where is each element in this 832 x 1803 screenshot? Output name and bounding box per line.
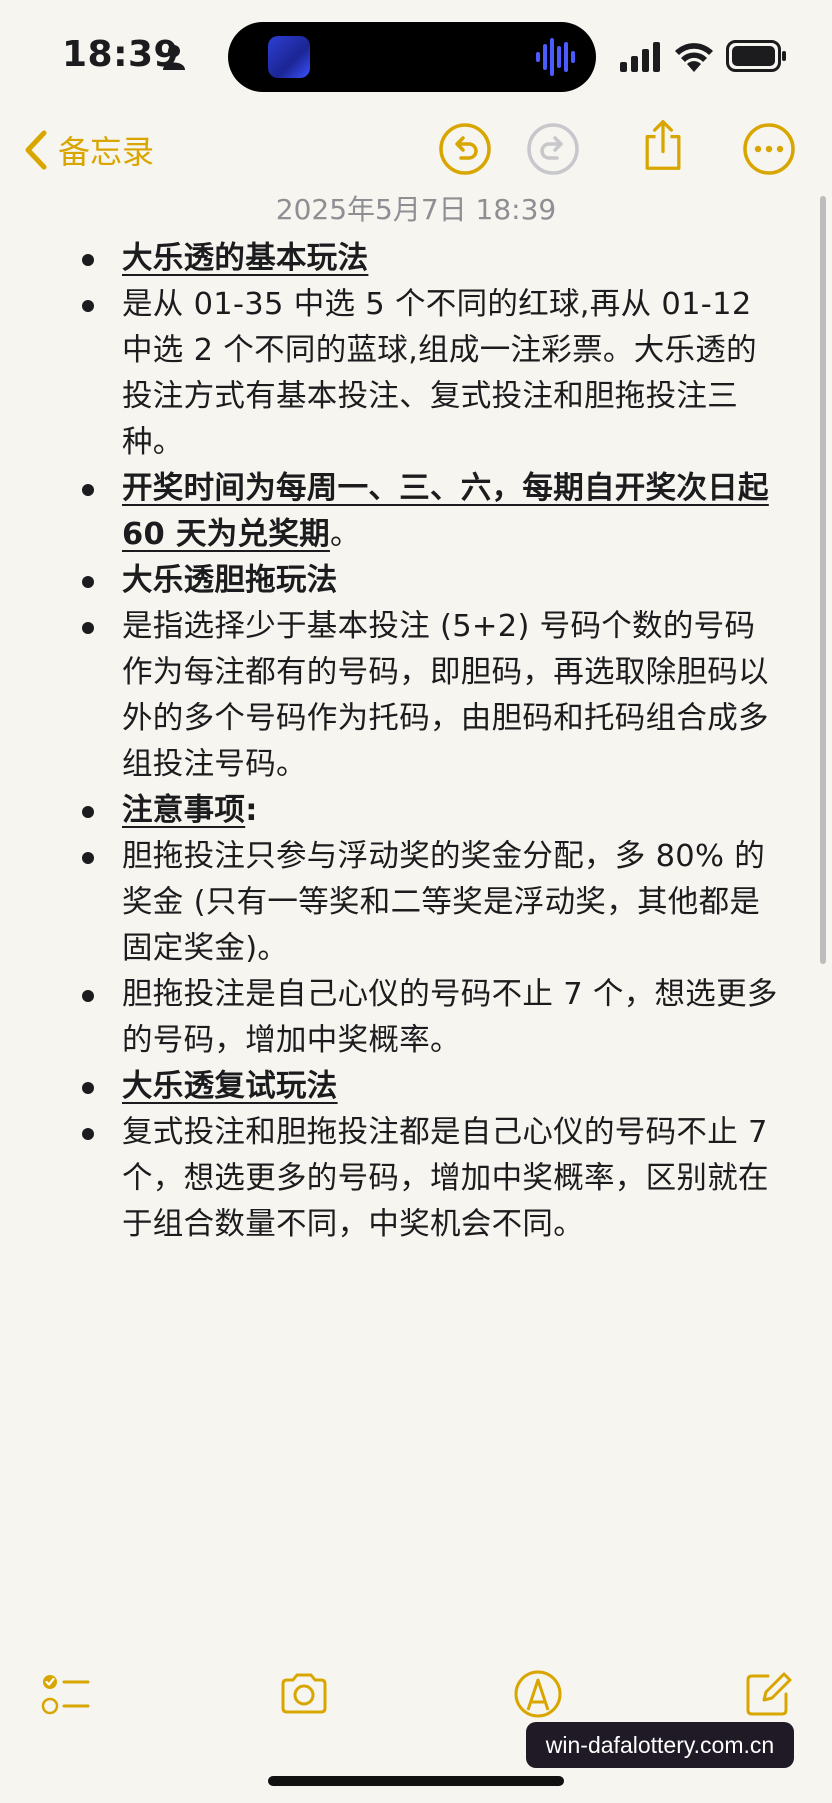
note-text: 胆拖投注只参与浮动奖的奖金分配，多 80% 的奖金 (只有一等奖和二等奖是浮动奖… [122, 839, 766, 966]
more-icon[interactable] [742, 122, 796, 176]
undo-icon[interactable] [438, 122, 492, 176]
markup-icon[interactable] [512, 1668, 564, 1720]
note-heading: 大乐透的基本玩法 [122, 241, 369, 276]
list-item[interactable]: 胆拖投注只参与浮动奖的奖金分配，多 80% 的奖金 (只有一等奖和二等奖是浮动奖… [80, 834, 780, 972]
note-heading: 开奖时间为每周一、三、六，每期自开奖次日起 60 天为兑奖期 [122, 471, 769, 552]
list-item[interactable]: 注意事项: [80, 788, 780, 834]
note-punctuation: : [245, 793, 258, 828]
now-playing-artwork [268, 36, 310, 78]
note-body[interactable]: 大乐透的基本玩法 是从 01-35 中选 5 个不同的红球,再从 01-12 中… [80, 236, 780, 1248]
cellular-signal-icon [620, 42, 660, 72]
note-date: 2025年5月7日 18:39 [275, 193, 557, 226]
share-icon[interactable] [636, 118, 690, 172]
note-heading: 注意事项 [122, 793, 246, 828]
home-indicator[interactable] [268, 1776, 564, 1786]
watermark: win-dafalottery.com.cn [526, 1722, 794, 1768]
status-bar: 18:39 [0, 0, 832, 110]
person-icon [163, 45, 185, 70]
note-text: 胆拖投注是自己心仪的号码不止 7 个，想选更多的号码，增加中奖概率。 [122, 977, 778, 1058]
note-text: 复式投注和胆拖投注都是自己心仪的号码不止 7 个，想选更多的号码，增加中奖概率，… [122, 1115, 769, 1242]
redo-icon[interactable] [526, 122, 580, 176]
list-item[interactable]: 胆拖投注是自己心仪的号码不止 7 个，想选更多的号码，增加中奖概率。 [80, 972, 780, 1064]
wifi-icon [675, 43, 713, 72]
note-heading: 大乐透复试玩法 [122, 1069, 338, 1104]
list-item[interactable]: 大乐透复试玩法 [80, 1064, 780, 1110]
list-item[interactable]: 是指选择少于基本投注 (5+2) 号码个数的号码作为每注都有的号码，即胆码，再选… [80, 604, 780, 788]
scrollbar[interactable] [820, 196, 826, 964]
navigation-bar: 备忘录 [0, 110, 832, 190]
battery-icon [726, 40, 786, 72]
chevron-left-icon [25, 130, 47, 170]
list-item[interactable]: 复式投注和胆拖投注都是自己心仪的号码不止 7 个，想选更多的号码，增加中奖概率，… [80, 1110, 780, 1248]
note-text: 是从 01-35 中选 5 个不同的红球,再从 01-12 中选 2 个不同的蓝… [122, 287, 757, 460]
compose-icon[interactable] [742, 1668, 794, 1720]
checklist-icon[interactable] [40, 1668, 92, 1720]
note-text: 大乐透胆拖玩法 [122, 563, 338, 598]
audio-waveform-icon [536, 38, 575, 76]
list-item[interactable]: 开奖时间为每周一、三、六，每期自开奖次日起 60 天为兑奖期。 [80, 466, 780, 558]
list-item[interactable]: 大乐透的基本玩法 [80, 236, 780, 282]
note-punctuation: 。 [329, 517, 361, 552]
back-button-label: 备忘录 [58, 133, 155, 171]
back-button[interactable]: 备忘录 [22, 124, 154, 176]
camera-icon[interactable] [278, 1668, 330, 1720]
list-item[interactable]: 是从 01-35 中选 5 个不同的红球,再从 01-12 中选 2 个不同的蓝… [80, 282, 780, 466]
list-item[interactable]: 大乐透胆拖玩法 [80, 558, 780, 604]
note-text: 是指选择少于基本投注 (5+2) 号码个数的号码作为每注都有的号码，即胆码，再选… [122, 609, 769, 782]
